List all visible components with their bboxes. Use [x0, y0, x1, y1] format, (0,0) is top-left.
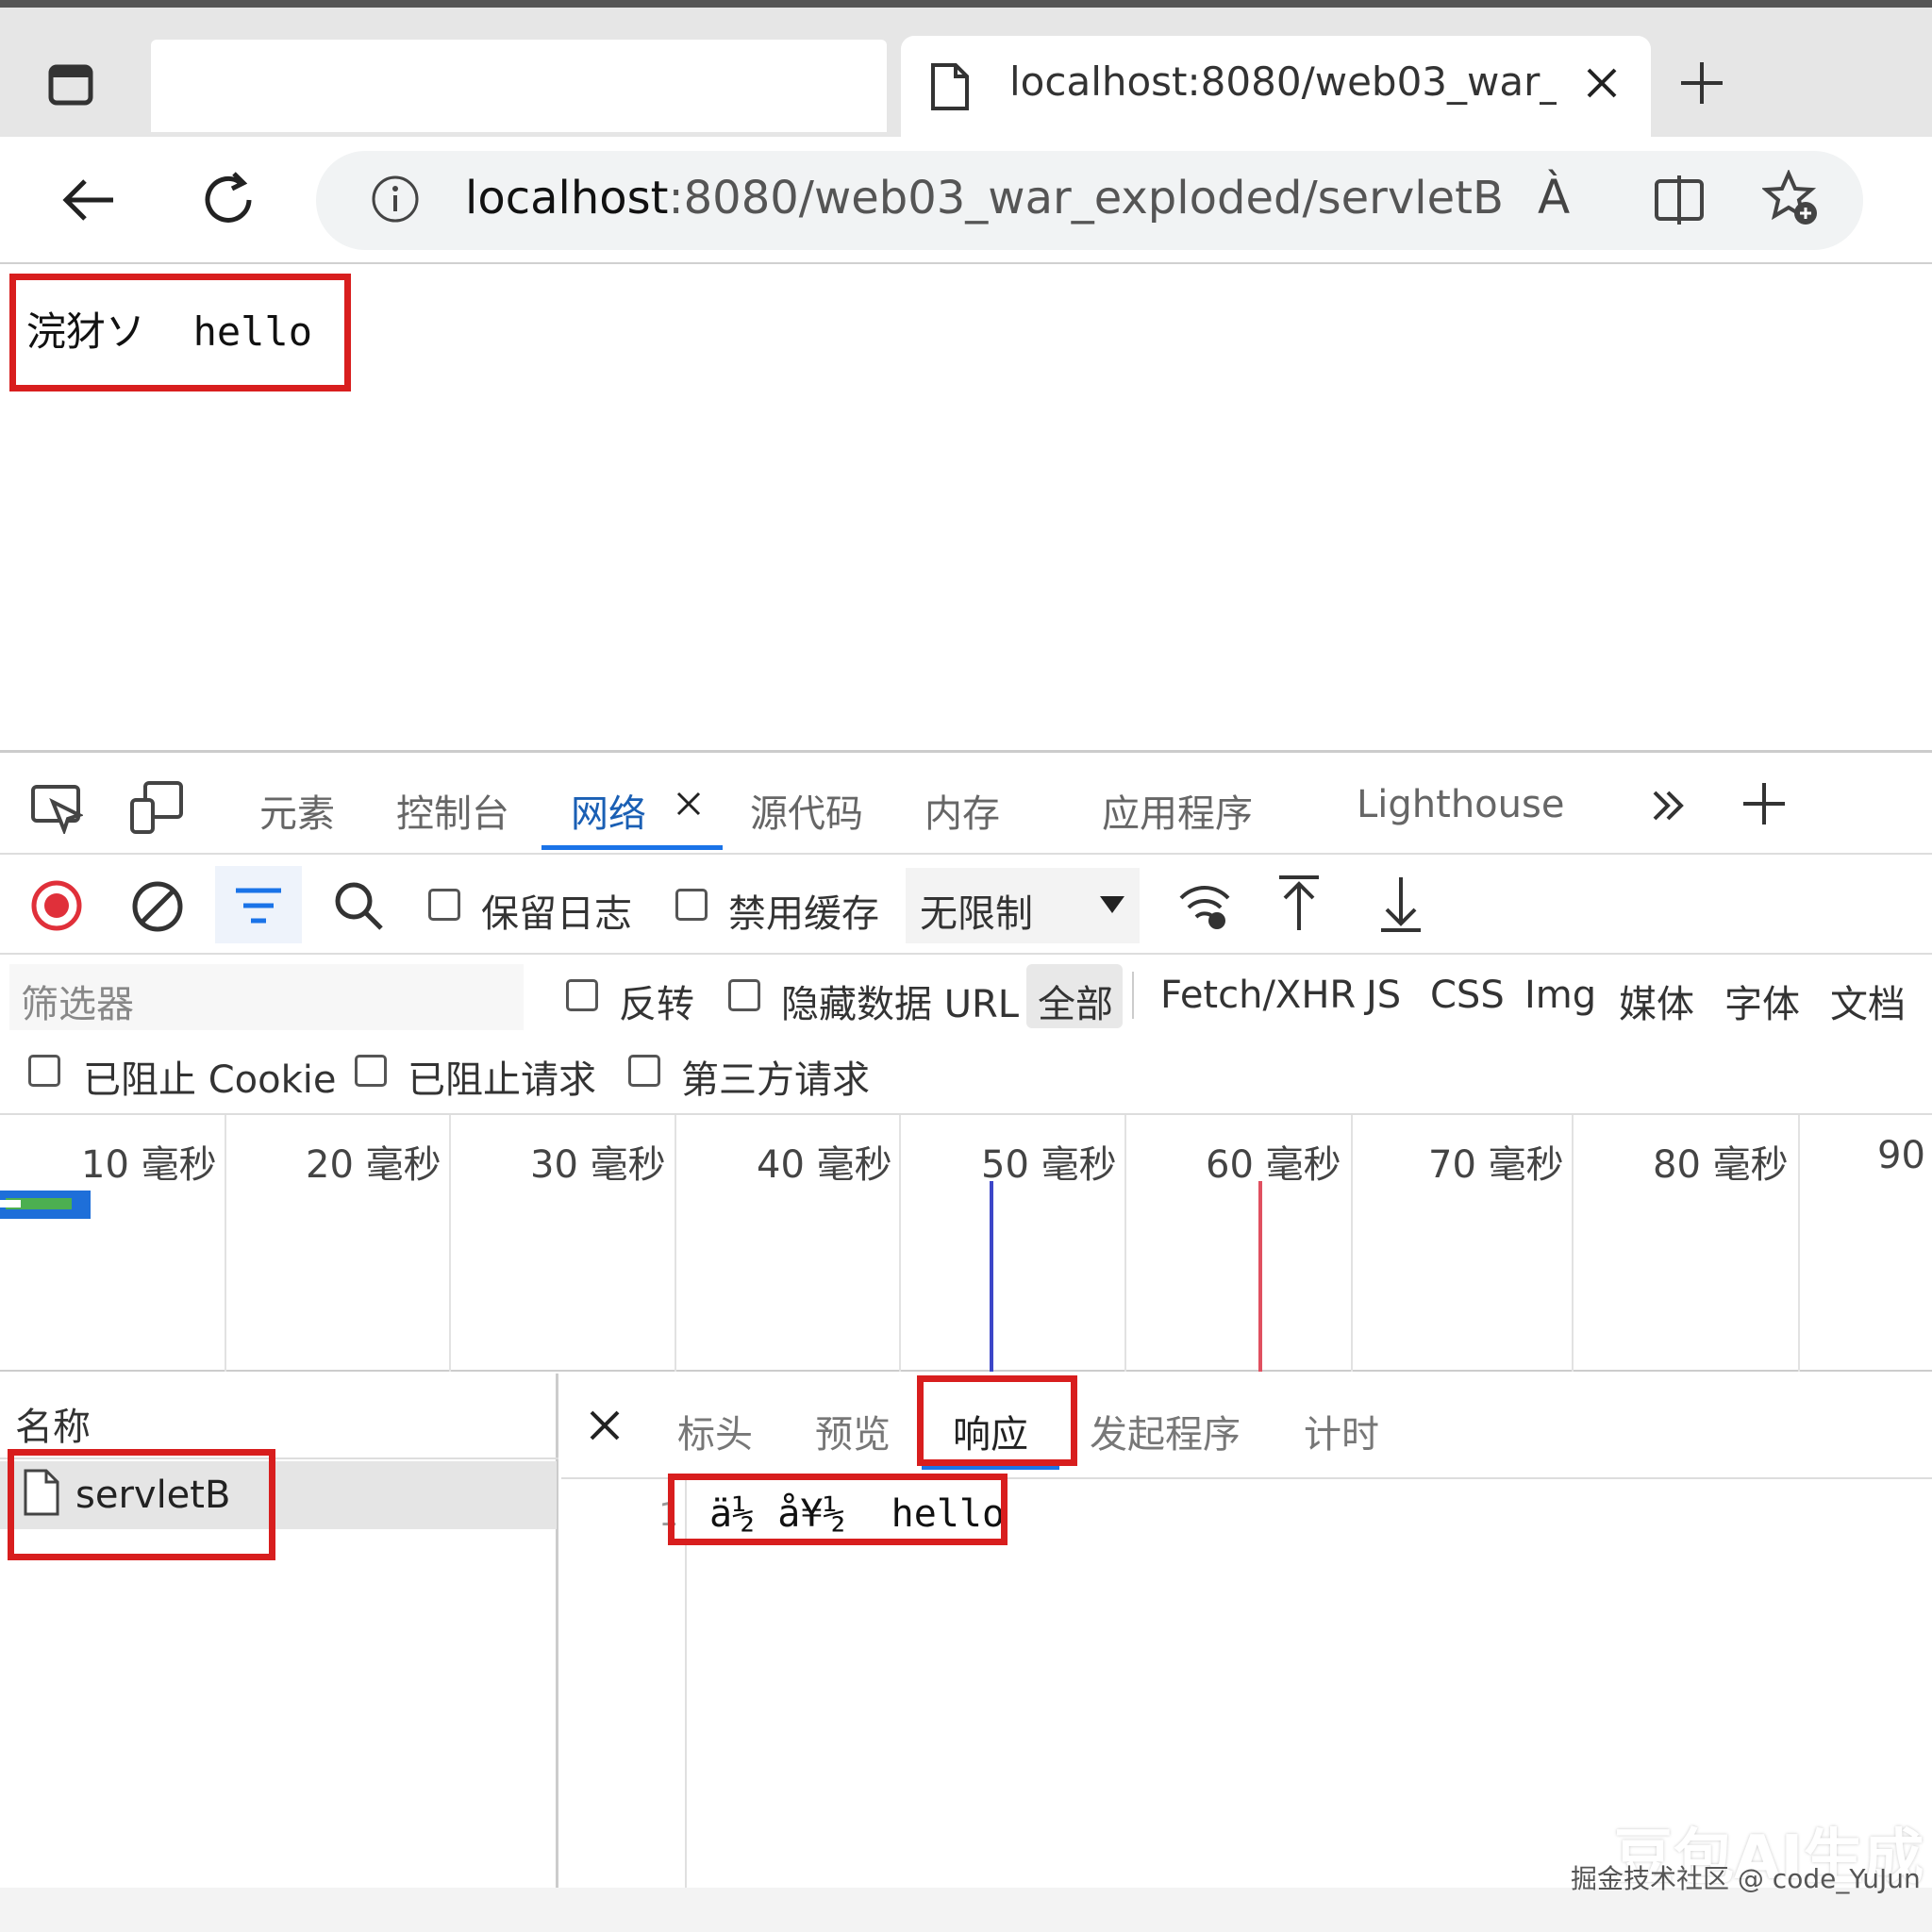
filter-type-all[interactable]: 全部: [1038, 974, 1113, 1028]
hide-data-url-label: 隐藏数据 URL: [781, 983, 1020, 1026]
url-host: localhost: [465, 172, 669, 225]
network-conditions-icon[interactable]: [1177, 881, 1232, 930]
favorites-star-icon[interactable]: [1762, 170, 1821, 228]
blocked-requests-checkbox[interactable]: [355, 1055, 387, 1087]
filter-icon[interactable]: [234, 885, 283, 926]
plus-icon[interactable]: [1679, 60, 1724, 106]
timeline-tick: 40 毫秒: [757, 1143, 892, 1187]
preserve-log-label: 保留日志: [481, 892, 632, 936]
blocked-cookies-label: 已阻止 Cookie: [83, 1058, 337, 1102]
filter-placeholder: 筛选器: [21, 983, 134, 1026]
inspect-element-icon[interactable]: [30, 781, 83, 834]
read-aloud-icon[interactable]: À: [1538, 170, 1570, 225]
add-tab-icon[interactable]: [1741, 781, 1787, 826]
url-path: :8080/web03_war_exploded/servletB: [668, 172, 1504, 225]
import-har-icon[interactable]: [1275, 874, 1323, 934]
tab-initiator[interactable]: 发起程序: [1090, 1404, 1241, 1458]
filter-type-doc[interactable]: 文档: [1830, 974, 1906, 1028]
url-text[interactable]: localhost:8080/web03_war_exploded/servle…: [465, 172, 1504, 225]
load-event-marker: [1258, 1181, 1262, 1372]
close-icon[interactable]: [589, 1409, 621, 1441]
grid-line: [1798, 1115, 1800, 1372]
third-party-label: 第三方请求: [681, 1058, 870, 1102]
blank-tab[interactable]: [151, 40, 887, 132]
preserve-log-checkbox[interactable]: [428, 889, 460, 921]
disable-cache-label: 禁用缓存: [728, 892, 879, 936]
sidebar-toggle-icon[interactable]: [47, 61, 94, 108]
filter-type-img[interactable]: Img: [1524, 974, 1596, 1017]
grid-line: [449, 1115, 451, 1372]
waterfall-bar-segment: [0, 1200, 21, 1208]
grid-line: [1572, 1115, 1574, 1372]
active-tab-indicator: [541, 845, 723, 850]
grid-line: [225, 1115, 226, 1372]
export-har-icon[interactable]: [1377, 874, 1424, 934]
tab-sources[interactable]: 源代码: [750, 783, 863, 838]
tab-title: localhost:8080/web03_war_explo: [1009, 58, 1557, 105]
timeline-tick: 90: [1877, 1134, 1925, 1177]
tab-lighthouse[interactable]: Lighthouse: [1357, 783, 1564, 826]
grid-line: [675, 1115, 676, 1372]
filter-type-fetch-xhr[interactable]: Fetch/XHR: [1160, 974, 1356, 1017]
tab-headers[interactable]: 标头: [677, 1404, 753, 1458]
reload-icon[interactable]: [196, 168, 260, 232]
network-overview-timeline[interactable]: [0, 1115, 1932, 1372]
tab-console[interactable]: 控制台: [396, 783, 509, 838]
highlight-box: [8, 1449, 275, 1560]
blocked-cookies-checkbox[interactable]: [28, 1055, 60, 1087]
tab-timing[interactable]: 计时: [1304, 1404, 1379, 1458]
grid-line: [1351, 1115, 1353, 1372]
timeline-tick: 20 毫秒: [306, 1143, 441, 1187]
dom-content-loaded-marker: [990, 1181, 993, 1372]
highlight-box: [917, 1375, 1077, 1466]
timeline-tick: 30 毫秒: [530, 1143, 666, 1187]
invert-checkbox[interactable]: [566, 979, 598, 1011]
invert-label: 反转: [619, 983, 694, 1026]
close-icon[interactable]: [1585, 66, 1619, 100]
filter-type-js[interactable]: JS: [1366, 974, 1401, 1017]
hide-data-url-checkbox[interactable]: [728, 979, 760, 1011]
more-tabs-icon[interactable]: [1649, 787, 1687, 824]
record-icon[interactable]: [30, 879, 83, 932]
source-watermark: 掘金技术社区 @ code_YuJun: [1571, 1863, 1921, 1894]
timeline-tick: 10 毫秒: [81, 1143, 217, 1187]
timeline-tick: 80 毫秒: [1653, 1143, 1789, 1187]
name-column-header[interactable]: 名称: [15, 1396, 91, 1451]
timeline-tick: 50 毫秒: [981, 1143, 1117, 1187]
tab-elements[interactable]: 元素: [259, 783, 335, 838]
filter-type-css[interactable]: CSS: [1430, 974, 1505, 1017]
divider: [1132, 972, 1134, 1019]
back-arrow-icon[interactable]: [58, 170, 119, 230]
tab-memory[interactable]: 内存: [924, 783, 1000, 838]
tab-preview[interactable]: 预览: [815, 1404, 891, 1458]
timeline-tick: 60 毫秒: [1206, 1143, 1341, 1187]
device-toolbar-icon[interactable]: [128, 779, 185, 836]
filter-type-font[interactable]: 字体: [1724, 974, 1800, 1028]
tab-network[interactable]: 网络: [571, 783, 646, 838]
info-icon[interactable]: [370, 174, 421, 225]
page-icon: [931, 63, 969, 110]
third-party-checkbox[interactable]: [628, 1055, 660, 1087]
blocked-requests-label: 已阻止请求: [408, 1058, 596, 1102]
grid-line: [1124, 1115, 1126, 1372]
highlight-box: [668, 1474, 1008, 1545]
chevron-down-icon: [1100, 896, 1124, 913]
split-screen-icon[interactable]: [1653, 174, 1706, 226]
timeline-tick: 70 毫秒: [1428, 1143, 1564, 1187]
detail-tab-bar: [561, 1374, 1932, 1479]
clear-icon[interactable]: [130, 879, 185, 934]
filter-type-media[interactable]: 媒体: [1619, 974, 1694, 1028]
close-tab-icon[interactable]: [675, 791, 702, 817]
grid-line: [899, 1115, 901, 1372]
disable-cache-checkbox[interactable]: [675, 889, 708, 921]
search-icon[interactable]: [332, 879, 385, 932]
throttle-value: 无限制: [920, 892, 1033, 936]
highlight-box: [9, 274, 351, 391]
tab-application[interactable]: 应用程序: [1102, 783, 1253, 838]
